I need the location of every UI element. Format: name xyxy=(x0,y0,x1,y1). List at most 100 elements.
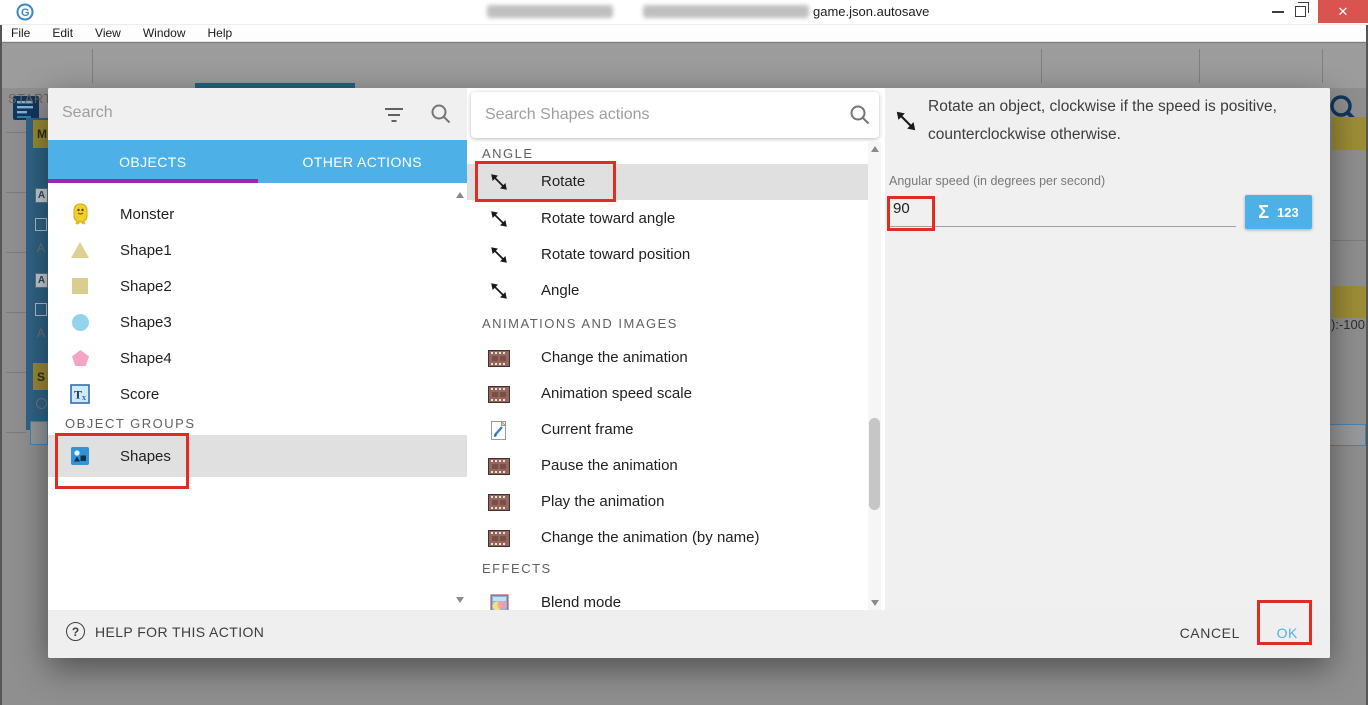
action-label: Animation speed scale xyxy=(541,385,692,402)
scrollbar-thumb[interactable] xyxy=(869,418,880,510)
object-label: Monster xyxy=(120,205,175,223)
action-row-change-animation-by-name[interactable]: Change the animation (by name) xyxy=(467,520,868,556)
toolbar xyxy=(0,42,1368,124)
condition-box-fragment xyxy=(35,218,47,231)
title-redacted-segment xyxy=(643,5,809,18)
expression-editor-button[interactable]: Σ 123 xyxy=(1245,195,1312,229)
action-label: Rotate toward position xyxy=(541,246,691,263)
object-row-shape4[interactable]: Shape4 xyxy=(48,340,467,376)
action-row-angle[interactable]: Angle xyxy=(467,273,868,309)
angular-speed-input[interactable] xyxy=(888,191,1236,227)
action-label: Pause the animation xyxy=(541,457,678,474)
title-redacted-segment xyxy=(487,5,613,18)
action-row-change-animation[interactable]: Change the animation xyxy=(467,340,868,376)
restore-button[interactable] xyxy=(1295,2,1309,17)
menu-view[interactable]: View xyxy=(84,26,132,40)
actions-scrollbar[interactable] xyxy=(868,142,881,610)
left-scroll-up-icon[interactable] xyxy=(456,192,464,198)
left-scroll-down-icon[interactable] xyxy=(456,597,464,603)
annotation-box-shapes-group xyxy=(55,433,189,489)
timer-icon-fragment xyxy=(36,398,47,409)
menu-window[interactable]: Window xyxy=(132,26,197,40)
scroll-up-icon[interactable] xyxy=(870,146,879,152)
annotation-box-rotate xyxy=(475,161,616,202)
title-bar: G game.json.autosave ✕ xyxy=(0,0,1368,25)
pentagon-object-icon xyxy=(69,346,91,370)
condition-icon-fragment: A xyxy=(35,188,48,203)
effects-section-header: EFFECTS xyxy=(482,561,552,576)
toolbar-separator xyxy=(1199,49,1200,83)
object-row-score[interactable]: T x Score xyxy=(48,376,467,412)
object-row-shape3[interactable]: Shape3 xyxy=(48,304,467,340)
action-search-input[interactable] xyxy=(485,100,815,130)
event-connector xyxy=(6,132,26,133)
toolbar-separator xyxy=(1041,49,1042,83)
square-object-icon xyxy=(69,274,91,298)
action-description-line1: Rotate an object, clockwise if the speed… xyxy=(928,98,1277,115)
annotation-box-ok xyxy=(1257,600,1312,645)
rotate-icon xyxy=(487,279,511,303)
angular-speed-label: Angular speed (in degrees per second) xyxy=(889,174,1106,188)
help-for-this-action-button[interactable]: ? HELP FOR THIS ACTION xyxy=(66,622,264,641)
svg-text:T: T xyxy=(74,388,82,402)
action-row-rotate-toward-angle[interactable]: Rotate toward angle xyxy=(467,201,868,237)
text-object-icon: T x xyxy=(69,382,91,406)
action-row-animation-speed-scale[interactable]: Animation speed scale xyxy=(467,376,868,412)
search-icon[interactable] xyxy=(849,104,871,126)
object-search-input[interactable] xyxy=(62,98,362,128)
tab-objects[interactable]: OBJECTS xyxy=(48,140,258,183)
action-row-play-animation[interactable]: Play the animation xyxy=(467,484,868,520)
object-label: Shape2 xyxy=(120,277,172,295)
event-connector xyxy=(6,372,26,373)
action-row-pause-animation[interactable]: Pause the animation xyxy=(467,448,868,484)
objects-list: Monster Shape1 Shape2 Shape3 Shape4 T x … xyxy=(48,183,467,610)
object-row-shape1[interactable]: Shape1 xyxy=(48,232,467,268)
event-comment-fragment-right xyxy=(1332,286,1366,318)
left-tab-bar: OBJECTS OTHER ACTIONS xyxy=(48,140,467,183)
event-divider-fragment xyxy=(1332,240,1366,241)
action-text-fragment: A xyxy=(37,241,46,255)
event-comment-fragment: M xyxy=(33,120,48,148)
scroll-down-icon[interactable] xyxy=(870,600,879,606)
rotate-icon xyxy=(896,111,916,131)
frame-edit-icon xyxy=(487,418,511,442)
action-label: Rotate toward angle xyxy=(541,210,676,227)
scene-tab-start[interactable]: START xyxy=(8,91,52,106)
minimize-button[interactable] xyxy=(1272,11,1284,13)
menu-help[interactable]: Help xyxy=(197,26,244,40)
object-label: Score xyxy=(120,385,160,403)
selected-event-row-fragment xyxy=(30,421,48,445)
search-icon[interactable] xyxy=(430,103,452,125)
close-button[interactable]: ✕ xyxy=(1318,0,1368,23)
event-comment-fragment: S xyxy=(33,363,48,390)
tab-other-actions[interactable]: OTHER ACTIONS xyxy=(258,140,468,183)
action-label: Current frame xyxy=(541,421,634,438)
action-code-fragment: ):-100 xyxy=(1331,317,1365,332)
film-icon xyxy=(487,490,511,514)
event-connector xyxy=(6,312,26,313)
action-row-current-frame[interactable]: Current frame xyxy=(467,412,868,448)
triangle-object-icon xyxy=(69,238,91,262)
action-row-rotate-toward-position[interactable]: Rotate toward position xyxy=(467,237,868,273)
action-label: Angle xyxy=(541,282,580,299)
sigma-icon: Σ xyxy=(1258,201,1270,222)
help-icon: ? xyxy=(66,622,85,641)
help-label: HELP FOR THIS ACTION xyxy=(95,623,265,640)
animations-section-header: ANIMATIONS AND IMAGES xyxy=(482,316,678,331)
menu-file[interactable]: File xyxy=(0,26,41,40)
filter-icon[interactable] xyxy=(384,107,404,123)
action-label: Play the animation xyxy=(541,493,665,510)
menu-edit[interactable]: Edit xyxy=(41,26,84,40)
object-label: Shape1 xyxy=(120,241,172,259)
action-label: Blend mode xyxy=(541,594,622,610)
object-row-monster[interactable]: Monster xyxy=(48,196,467,232)
action-text-fragment: A xyxy=(37,326,46,340)
blend-mode-icon xyxy=(487,591,511,610)
action-row-blend-mode[interactable]: Blend mode xyxy=(467,585,868,610)
actions-list: ANGLE Rotate Rotate toward angle Rotate … xyxy=(467,142,868,610)
cancel-button[interactable]: CANCEL xyxy=(1180,625,1240,641)
action-description-line2: counterclockwise otherwise. xyxy=(928,126,1121,143)
condition-box-fragment xyxy=(35,303,47,316)
object-label: Shape3 xyxy=(120,313,172,331)
object-row-shape2[interactable]: Shape2 xyxy=(48,268,467,304)
